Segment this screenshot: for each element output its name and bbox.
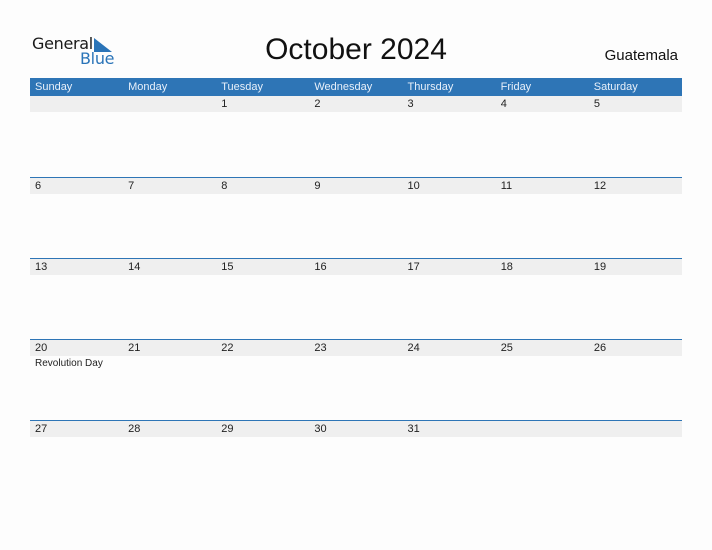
day-cell: [30, 96, 123, 177]
day-number: 14: [128, 261, 141, 273]
day-cell: 6: [30, 178, 123, 259]
day-number: 28: [128, 423, 141, 435]
day-cell: 9: [309, 178, 402, 259]
day-cell: 30: [309, 421, 402, 502]
weekday-saturday: Saturday: [593, 81, 638, 93]
day-number: 3: [407, 98, 414, 110]
day-cell: [123, 96, 216, 177]
day-cell: 7: [123, 178, 216, 259]
day-number: 15: [221, 261, 234, 273]
day-cell: 22: [216, 340, 309, 421]
week-row: 27 28 29 30 31: [30, 420, 682, 502]
day-number: 25: [500, 342, 513, 354]
day-number: 12: [593, 180, 607, 192]
day-number: 23: [314, 342, 327, 354]
day-cell: 5: [589, 96, 682, 177]
day-cell: 27: [30, 421, 123, 502]
day-number: 19: [593, 261, 607, 273]
week-row: 13 14 15 16 17 18 19: [30, 258, 682, 340]
weekday-monday: Monday: [128, 81, 168, 93]
day-number: 24: [407, 342, 420, 354]
weekday-sunday: Sunday: [35, 81, 73, 93]
day-cell: 31: [403, 421, 496, 502]
day-number: 2: [314, 98, 321, 110]
day-cell: 12: [589, 178, 682, 259]
day-cell: 11: [496, 178, 589, 259]
day-number: 22: [221, 342, 234, 354]
day-number: 26: [593, 342, 607, 354]
day-number: 27: [35, 423, 48, 435]
weekday-thursday: Thursday: [407, 81, 454, 93]
day-cell: 1: [216, 96, 309, 177]
day-cell: 4: [496, 96, 589, 177]
weekday-wednesday: Wednesday: [314, 81, 373, 93]
day-number: 13: [35, 261, 48, 273]
day-cell: 15: [216, 259, 309, 340]
day-cell: 13: [30, 259, 123, 340]
day-number: 30: [314, 423, 327, 435]
day-number: 7: [128, 180, 135, 192]
week-row: 20 Revolution Day 21 22 23 24 25 26: [30, 339, 682, 421]
day-number: 17: [407, 261, 420, 273]
week-row: 1 2 3 4 5: [30, 96, 682, 177]
holiday-label: Revolution Day: [35, 358, 103, 369]
country-label: Guatemala: [604, 47, 678, 64]
day-number: 1: [221, 98, 228, 110]
day-cell: 17: [403, 259, 496, 340]
weekday-header: Sunday Monday Tuesday Wednesday Thursday Frid…: [30, 78, 682, 96]
day-cell: 20 Revolution Day: [30, 340, 123, 421]
day-number: 18: [500, 261, 513, 273]
day-number: 5: [593, 98, 600, 110]
day-number: 8: [221, 180, 228, 192]
day-number: 29: [221, 423, 234, 435]
day-cell: 2: [309, 96, 402, 177]
day-cell: 26: [589, 340, 682, 421]
day-cell: 25: [496, 340, 589, 421]
day-number: 20: [35, 342, 48, 354]
day-number: 31: [407, 423, 420, 435]
day-number: 9: [314, 180, 321, 192]
day-cell: [496, 421, 589, 502]
day-number: 16: [314, 261, 327, 273]
day-cell: 16: [309, 259, 402, 340]
day-cell: 8: [216, 178, 309, 259]
day-cell: 21: [123, 340, 216, 421]
day-number: 6: [35, 180, 42, 192]
day-cell: 18: [496, 259, 589, 340]
day-number: 4: [500, 98, 507, 110]
day-cell: 29: [216, 421, 309, 502]
day-cell: 10: [403, 178, 496, 259]
week-row: 6 7 8 9 10 11 12: [30, 177, 682, 259]
day-cell: 19: [589, 259, 682, 340]
day-cell: 28: [123, 421, 216, 502]
day-cell: [589, 421, 682, 502]
weekday-friday: Friday: [500, 81, 532, 93]
day-number: 21: [128, 342, 141, 354]
day-cell: 3: [403, 96, 496, 177]
day-cell: 24: [403, 340, 496, 421]
day-cell: 23: [309, 340, 402, 421]
day-number: 10: [407, 180, 420, 192]
day-cell: 14: [123, 259, 216, 340]
day-number: 11: [500, 180, 513, 192]
weekday-tuesday: Tuesday: [221, 81, 264, 93]
